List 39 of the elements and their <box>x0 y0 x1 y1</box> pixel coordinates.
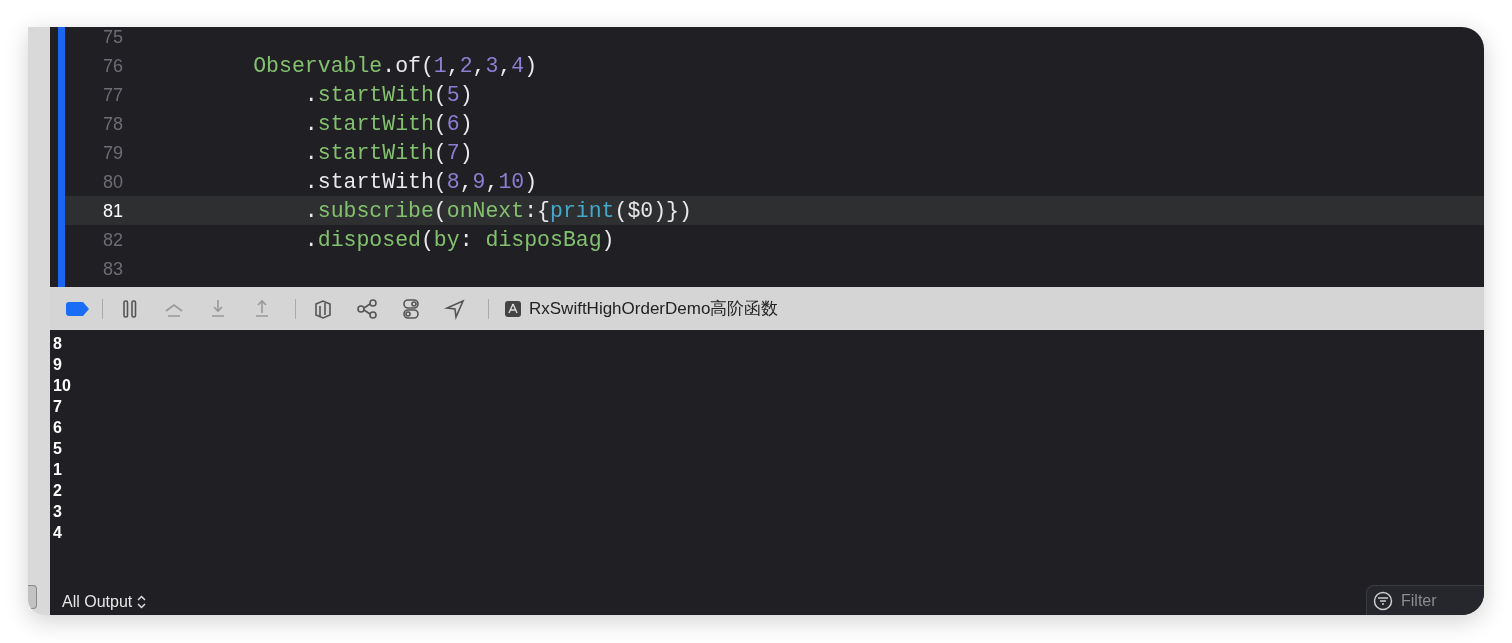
layers-icon[interactable] <box>312 297 334 320</box>
graph-icon[interactable] <box>356 297 378 320</box>
output-line: 6 <box>53 418 63 438</box>
filter-input[interactable]: Filter <box>1399 590 1473 611</box>
output-line: 3 <box>53 502 63 522</box>
code-line: .subscribe(onNext:{print($0)}) <box>303 198 692 223</box>
line-number: 81 <box>101 201 123 220</box>
code-line: .startWith(8,9,10) <box>303 169 538 194</box>
updown-chevron-icon <box>137 595 147 609</box>
filter-icon <box>1373 590 1393 611</box>
line-number: 82 <box>101 230 123 249</box>
scheme-name[interactable]: RxSwiftHighOrderDemo高阶函数 <box>529 297 779 320</box>
output-line: 10 <box>53 376 72 396</box>
code-line: .startWith(7) <box>303 140 473 165</box>
line-number: 75 <box>101 27 123 46</box>
line-number: 80 <box>101 172 123 191</box>
output-line: 5 <box>53 439 63 459</box>
code-line: .startWith(6) <box>303 111 473 136</box>
line-number: 77 <box>101 85 123 104</box>
breakpoint-icon[interactable] <box>66 301 90 316</box>
line-number: 83 <box>101 259 123 278</box>
output-line: 4 <box>53 523 63 543</box>
line-number: 76 <box>101 56 123 75</box>
output-line: 1 <box>53 460 63 480</box>
line-number: 79 <box>101 143 123 162</box>
filter-field[interactable]: Filter <box>1366 585 1484 615</box>
toggles-icon[interactable] <box>400 297 422 320</box>
line-number: 78 <box>101 114 123 133</box>
panel-handle[interactable] <box>28 585 37 609</box>
output-line: 2 <box>53 481 63 501</box>
output-line: 8 <box>53 334 63 354</box>
code-line: .disposed(by: disposBag) <box>303 227 615 252</box>
app-icon <box>505 300 521 317</box>
output-scope-popup[interactable]: All Output <box>62 593 147 611</box>
location-icon[interactable] <box>444 297 466 320</box>
output-line: 9 <box>53 355 63 375</box>
code-line: .startWith(5) <box>303 82 473 107</box>
code-line: Observable.of(1,2,3,4) <box>252 53 538 78</box>
output-line: 7 <box>53 397 63 417</box>
